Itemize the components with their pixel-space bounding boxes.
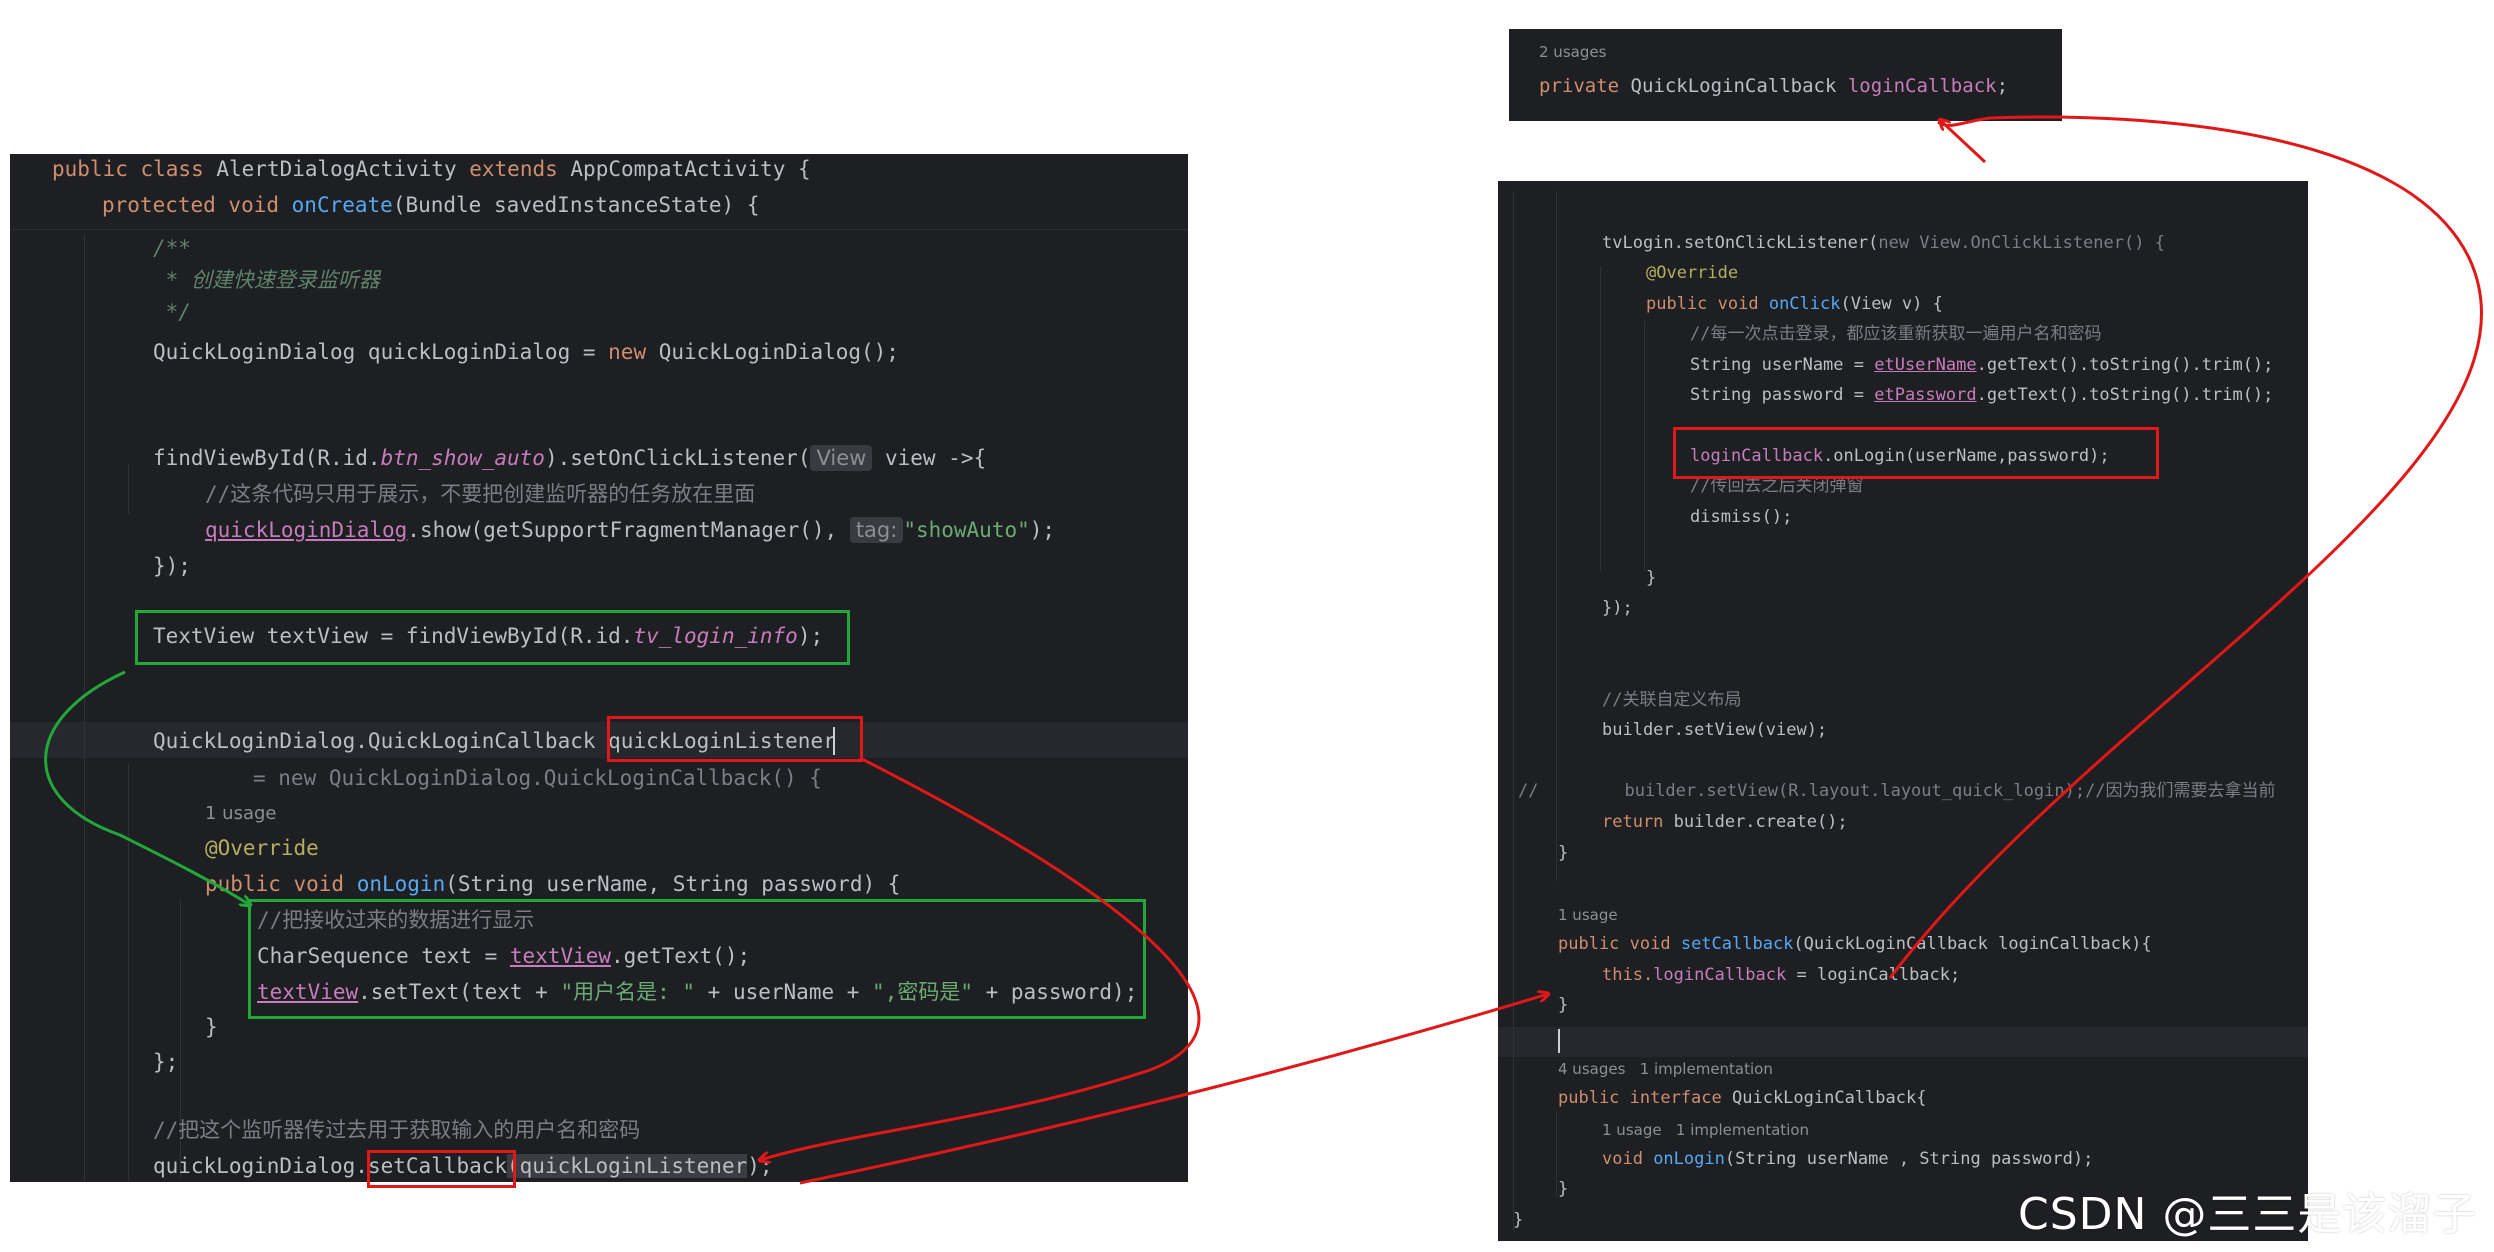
red-arrow-assign-to-field	[1888, 115, 2484, 979]
red-arrow-to-field-head	[1940, 120, 1987, 164]
green-arrow	[44, 670, 250, 905]
csdn-watermark: CSDN @三三是该溜子	[2018, 1189, 2478, 1240]
annotation-arrows	[44, 115, 2484, 1185]
red-arrow-listener-to-param	[760, 756, 1201, 1160]
red-arrow-setcallback-to-method	[799, 994, 1548, 1185]
